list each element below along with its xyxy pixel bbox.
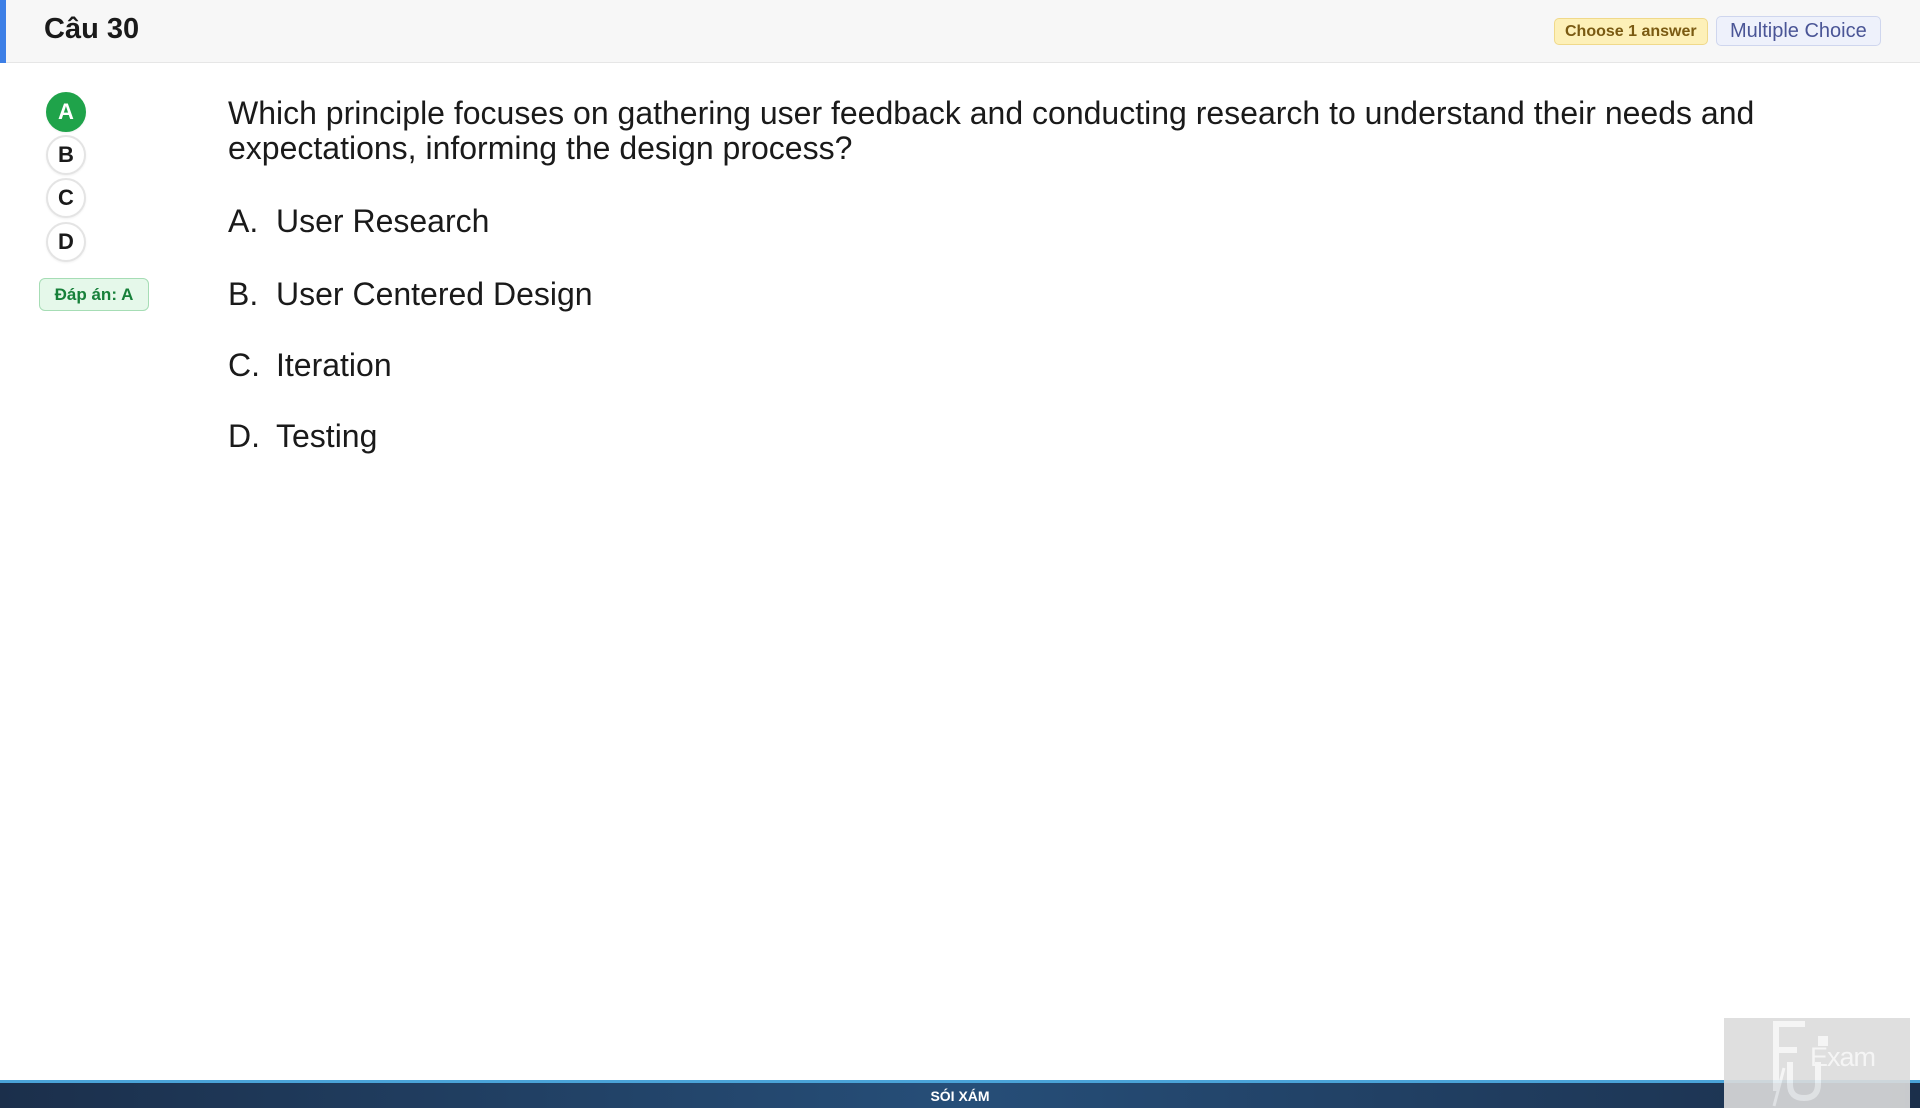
choice-text: Testing	[276, 418, 378, 454]
choice-d[interactable]: D. Testing	[228, 418, 377, 455]
choice-text: User Research	[276, 203, 490, 239]
choice-letter: A.	[228, 203, 259, 239]
choice-letter: B.	[228, 276, 259, 312]
logo-text: Exam	[1810, 1042, 1876, 1072]
option-selector-d[interactable]: D	[46, 222, 86, 262]
choice-letter: D.	[228, 418, 260, 454]
footer-text: SÓI XÁM	[930, 1088, 990, 1104]
choice-text: User Centered Design	[276, 276, 593, 312]
question-type-badge: Multiple Choice	[1716, 16, 1881, 46]
footer-bar: SÓI XÁM	[0, 1080, 1920, 1108]
correct-answer-badge: Đáp án: A	[39, 278, 149, 311]
choice-b[interactable]: B. User Centered Design	[228, 276, 593, 313]
question-number-title: Câu 30	[44, 13, 140, 45]
choice-letter: C.	[228, 347, 260, 383]
choice-c[interactable]: C. Iteration	[228, 347, 392, 384]
header-accent-bar	[0, 0, 6, 63]
question-text: Which principle focuses on gathering use…	[228, 95, 1755, 166]
option-selector-b[interactable]: B	[46, 135, 86, 175]
choice-a[interactable]: A. User Research	[228, 203, 489, 240]
choose-answer-badge: Choose 1 answer	[1554, 18, 1708, 45]
choice-text: Iteration	[276, 347, 392, 383]
option-selector-a[interactable]: A	[46, 92, 86, 132]
option-selector-c[interactable]: C	[46, 178, 86, 218]
fu-exam-logo: Exam	[1724, 1018, 1910, 1108]
question-header: Câu 30 Choose 1 answer Multiple Choice	[0, 0, 1920, 63]
